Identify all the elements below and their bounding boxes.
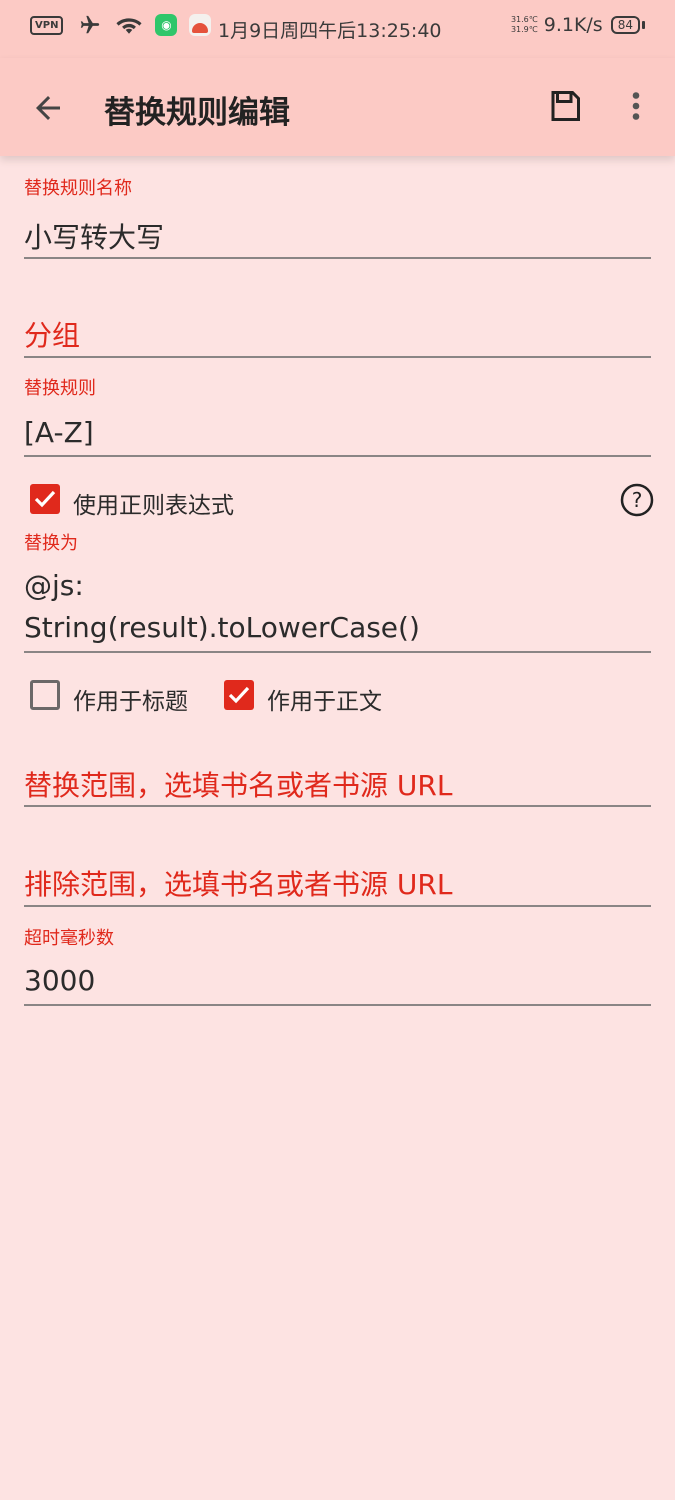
divider — [24, 651, 651, 653]
divider — [24, 905, 651, 907]
battery-level: 84 — [610, 16, 640, 34]
status-bar: VPN ◉ 1月9日周四午后13:25:40 31.6℃ 31.9℃ 9.1K/… — [0, 0, 675, 58]
group-placeholder: 分组 — [24, 319, 81, 352]
rule-name-field[interactable]: 替换规则名称 小写转大写 — [24, 174, 651, 260]
check-icon — [228, 686, 250, 704]
replacement-field[interactable]: 替换为 @js: String(result).toLowerCase() — [24, 529, 651, 655]
group-field[interactable]: 分组 — [24, 314, 651, 360]
apply-title-label: 作用于标题 — [73, 689, 188, 715]
battery-icon: 84 — [610, 16, 645, 34]
vpn-badge: VPN — [30, 15, 64, 35]
more-vert-icon — [632, 92, 640, 120]
wifi-icon — [115, 14, 143, 36]
use-regex-label: 使用正则表达式 — [73, 493, 234, 519]
status-datetime: 1月9日周四午后13:25:40 — [218, 20, 442, 42]
more-options-button[interactable] — [622, 88, 650, 124]
rule-name-value: 小写转大写 — [24, 221, 165, 254]
apply-content-label: 作用于正文 — [267, 689, 382, 715]
replacement-line-2: String(result).toLowerCase() — [24, 611, 420, 644]
replacement-label: 替换为 — [24, 533, 78, 554]
scope-placeholder: 替换范围，选填书名或者书源 URL — [24, 769, 453, 802]
wechat-icon: ◉ — [155, 14, 178, 36]
airplane-icon — [77, 14, 103, 36]
save-icon — [551, 91, 580, 121]
app-toolbar: 替换规则编辑 — [0, 58, 675, 156]
pattern-label: 替换规则 — [24, 378, 96, 399]
apply-content-checkbox[interactable] — [224, 680, 254, 710]
app-icon — [189, 14, 212, 36]
status-icons-right: 31.6℃ 31.9℃ 9.1K/s 84 — [511, 14, 645, 36]
divider — [24, 356, 651, 358]
status-icons-left: VPN ◉ — [30, 14, 223, 36]
temp-2: 31.9℃ — [510, 25, 538, 34]
arrow-back-icon — [36, 96, 60, 120]
svg-text:?: ? — [632, 488, 643, 512]
divider — [24, 1004, 651, 1006]
help-icon: ? — [620, 483, 654, 517]
net-speed: 9.1K/s — [543, 14, 603, 36]
back-button[interactable] — [30, 90, 66, 126]
help-button[interactable]: ? — [620, 483, 654, 517]
exclude-field[interactable]: 排除范围，选填书名或者书源 URL — [24, 863, 651, 909]
temp-1: 31.6℃ — [510, 15, 538, 24]
use-regex-checkbox[interactable] — [30, 484, 60, 514]
replacement-line-1: @js: — [24, 569, 84, 602]
exclude-placeholder: 排除范围，选填书名或者书源 URL — [24, 868, 453, 901]
pattern-field[interactable]: 替换规则 [A-Z] — [24, 374, 651, 460]
save-button[interactable] — [547, 88, 583, 124]
divider — [24, 455, 651, 457]
check-icon — [34, 490, 56, 508]
pattern-value: [A-Z] — [24, 416, 94, 449]
divider — [24, 257, 651, 259]
timeout-field[interactable]: 超时毫秒数 3000 — [24, 924, 651, 1010]
temperature-readout: 31.6℃ 31.9℃ — [511, 15, 538, 35]
timeout-label: 超时毫秒数 — [24, 928, 114, 949]
rule-name-label: 替换规则名称 — [24, 178, 132, 199]
apply-title-checkbox[interactable] — [30, 680, 60, 710]
timeout-value: 3000 — [24, 964, 96, 997]
divider — [24, 805, 651, 807]
page-title: 替换规则编辑 — [104, 95, 290, 131]
scope-field[interactable]: 替换范围，选填书名或者书源 URL — [24, 764, 651, 810]
